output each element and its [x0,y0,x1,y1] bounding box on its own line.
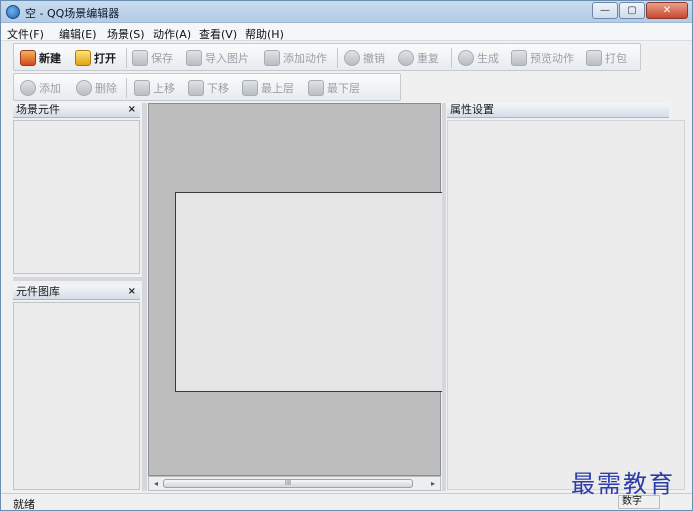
title-bar: 空 - QQ场景编辑器 — ▢ ✕ [1,1,692,23]
element-library-title: 元件图库 [16,285,60,298]
pack-button[interactable]: 打包 [586,48,627,68]
scene-elements-title: 场景元件 [16,103,60,116]
arrow-down-icon [188,80,204,96]
app-logo-icon [6,5,20,19]
generate-icon [458,50,474,66]
scene-elements-header: 场景元件 × [13,103,140,118]
image-icon [186,50,202,66]
menu-view[interactable]: 查看(V) [199,26,237,42]
main-toolbar: 新建 打开 保存 导入图片 添加动作 撤销 重复 生成 预览动作 打包 [13,43,641,71]
menu-bar: 文件(F) 编辑(E) 场景(S) 动作(A) 查看(V) 帮助(H) [1,23,692,41]
generate-button[interactable]: 生成 [458,48,499,68]
element-library-close-icon[interactable]: × [128,285,136,299]
undo-button[interactable]: 撤销 [344,48,385,68]
save-button[interactable]: 保存 [132,48,173,68]
menu-scene[interactable]: 场景(S) [107,26,145,42]
import-image-button[interactable]: 导入图片 [186,48,249,68]
toolbar-separator [126,48,127,68]
add-action-icon [264,50,280,66]
left-panel-splitter[interactable] [13,277,144,281]
move-up-button[interactable]: 上移 [134,78,175,98]
layers-bottom-icon [308,80,324,96]
left-vertical-splitter[interactable] [142,103,147,491]
toolbar-separator [126,78,127,98]
move-down-button[interactable]: 下移 [188,78,229,98]
editor-canvas-area[interactable] [148,103,445,476]
right-vertical-splitter[interactable] [442,103,446,491]
save-disk-icon [132,50,148,66]
open-folder-icon [75,50,91,66]
scroll-left-icon[interactable]: ◂ [150,478,162,490]
scroll-right-icon[interactable]: ▸ [427,478,439,490]
delete-x-icon [76,80,92,96]
menu-file[interactable]: 文件(F) [7,26,44,42]
scene-elements-close-icon[interactable]: × [128,103,136,117]
bottom-layer-button[interactable]: 最下层 [308,78,360,98]
add-check-icon [20,80,36,96]
menu-help[interactable]: 帮助(H) [245,26,284,42]
delete-element-button[interactable]: 删除 [76,78,117,98]
properties-title: 属性设置 [450,103,494,116]
minimize-button[interactable]: — [592,2,618,19]
status-ready: 就绪 [13,498,35,511]
scene-elements-list[interactable] [13,120,140,274]
element-library-list[interactable] [13,302,140,490]
menu-action[interactable]: 动作(A) [153,26,191,42]
new-file-icon [20,50,36,66]
properties-header: 属性设置 [447,103,669,118]
window-controls: — ▢ ✕ [591,2,688,19]
preview-icon [511,50,527,66]
element-library-header: 元件图库 × [13,285,140,300]
maximize-button[interactable]: ▢ [619,2,645,19]
close-button[interactable]: ✕ [646,2,688,19]
new-button[interactable]: 新建 [20,48,61,68]
preview-action-button[interactable]: 预览动作 [511,48,574,68]
redo-arrow-icon [398,50,414,66]
app-window: 空 - QQ场景编辑器 — ▢ ✕ 文件(F) 编辑(E) 场景(S) 动作(A… [0,0,693,511]
watermark-logo: 最需教育 [571,470,675,498]
layers-top-icon [242,80,258,96]
menu-edit[interactable]: 编辑(E) [59,26,97,42]
top-layer-button[interactable]: 最上层 [242,78,294,98]
element-toolbar: 添加 删除 上移 下移 最上层 最下层 [13,73,401,101]
add-element-button[interactable]: 添加 [20,78,61,98]
window-title: 空 - QQ场景编辑器 [25,7,120,20]
undo-arrow-icon [344,50,360,66]
properties-panel[interactable] [447,120,685,490]
scrollbar-thumb[interactable]: III [163,479,413,488]
redo-button[interactable]: 重复 [398,48,439,68]
open-button[interactable]: 打开 [75,48,116,68]
canvas-horizontal-scrollbar[interactable]: ◂ III ▸ [148,476,441,491]
scene-canvas[interactable] [175,192,445,392]
arrow-up-icon [134,80,150,96]
toolbar-separator [451,48,452,68]
add-action-button[interactable]: 添加动作 [264,48,327,68]
toolbar-separator [337,48,338,68]
package-icon [586,50,602,66]
